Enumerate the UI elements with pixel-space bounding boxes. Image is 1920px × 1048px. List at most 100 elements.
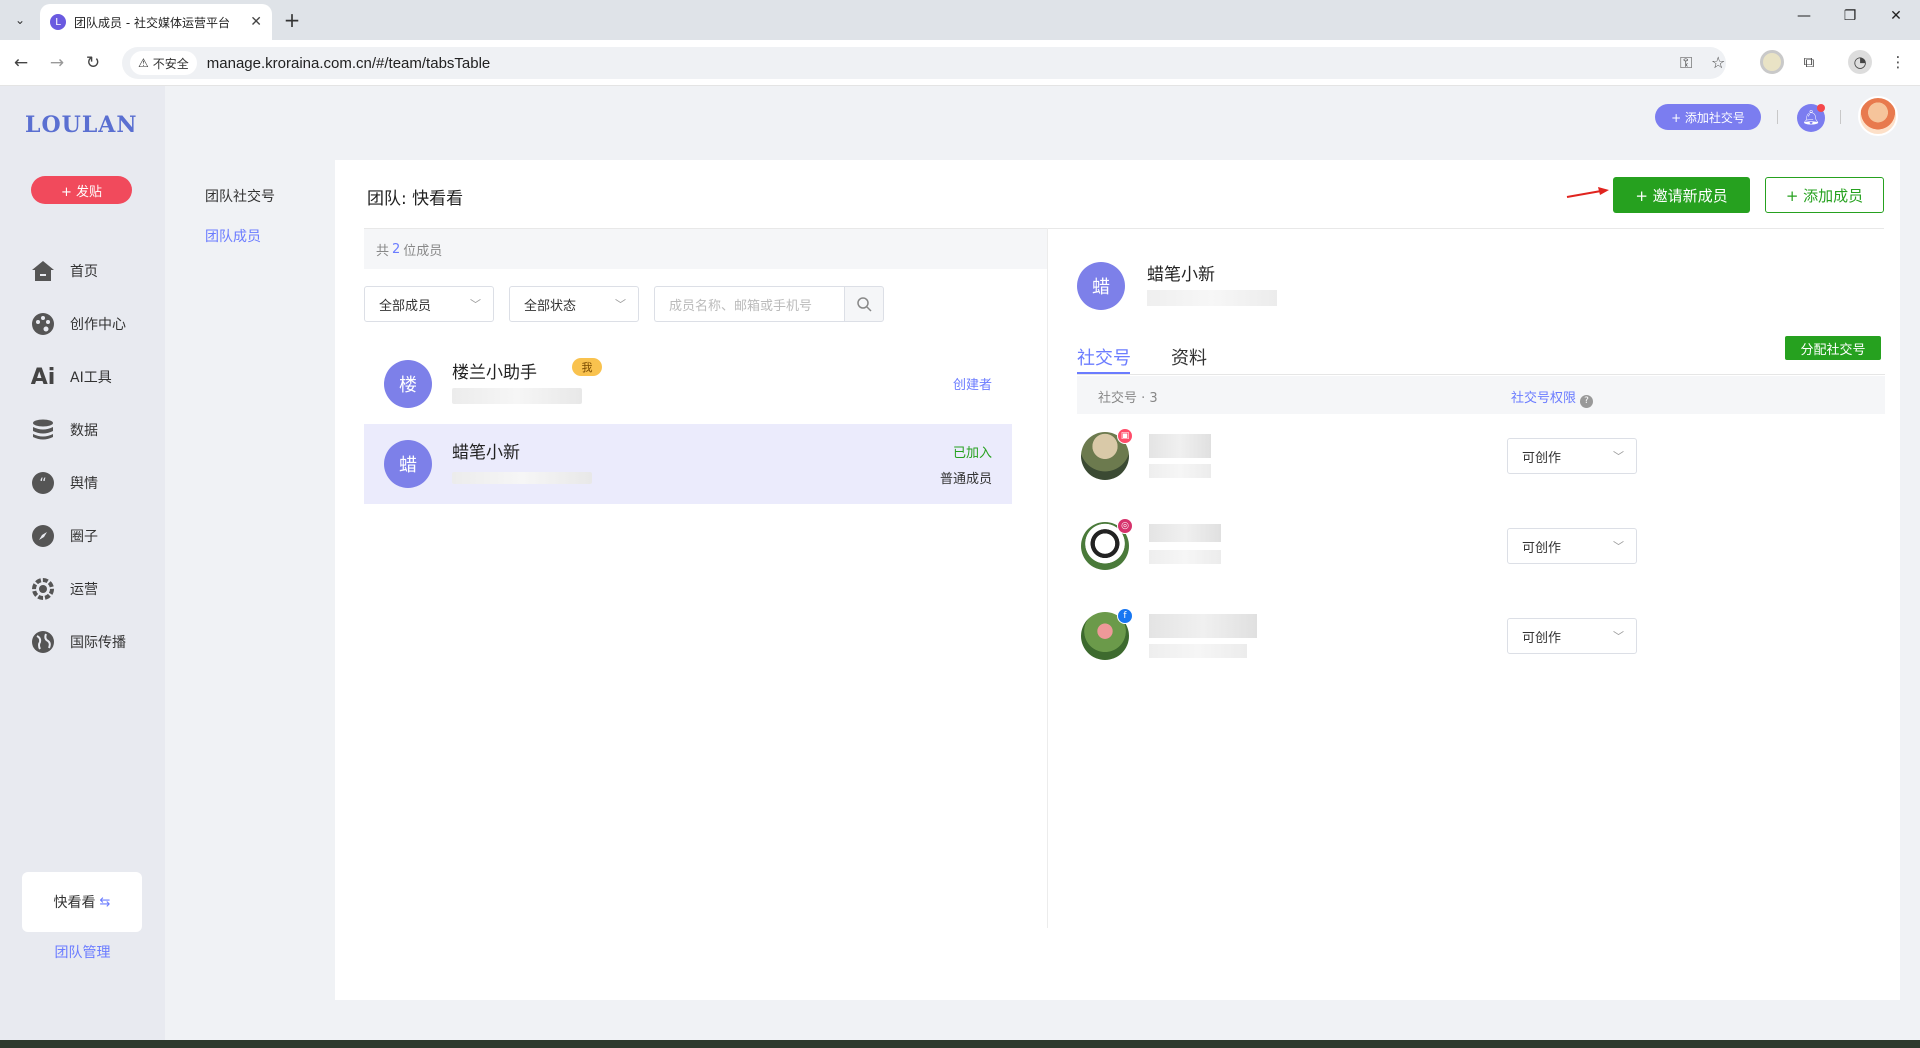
- assign-social-account-button[interactable]: 分配社交号: [1785, 336, 1881, 360]
- member-avatar: 蜡: [384, 440, 432, 488]
- team-management-link[interactable]: 团队管理: [0, 942, 165, 962]
- sidebar-item-ai-tools[interactable]: Ai AI工具: [30, 362, 112, 392]
- tab-close-icon[interactable]: ✕: [250, 14, 262, 30]
- warning-icon: ⚠: [138, 56, 149, 70]
- profile-icon[interactable]: ◔: [1848, 50, 1872, 74]
- new-tab-icon[interactable]: +: [280, 8, 304, 32]
- browser-menu-icon[interactable]: ⋮: [1886, 50, 1910, 74]
- status-filter-value: 全部状态: [524, 298, 577, 314]
- compass-icon: [30, 523, 56, 549]
- invite-member-button[interactable]: + 邀请新成员: [1613, 177, 1750, 213]
- window-close-icon[interactable]: ✕: [1884, 8, 1908, 24]
- member-name: 蜡笔小新: [452, 443, 520, 463]
- chevron-down-icon: ﹀: [470, 298, 481, 311]
- sidebar-item-home[interactable]: 首页: [30, 256, 98, 286]
- security-indicator[interactable]: ⚠ 不安全: [130, 51, 197, 75]
- settings-icon: [30, 576, 56, 602]
- detail-avatar: 蜡: [1077, 262, 1125, 310]
- palette-icon: [30, 311, 56, 337]
- sidebar: LOULAN + 发贴 首页 创作中心 Ai AI工具 数据 “ 舆情 圈子 运…: [0, 86, 165, 1040]
- sidebar-item-creation[interactable]: 创作中心: [30, 309, 126, 339]
- add-member-button[interactable]: + 添加成员: [1765, 177, 1884, 213]
- member-avatar: 楼: [384, 360, 432, 408]
- member-status: 已加入: [952, 446, 992, 461]
- sub-navigation: 团队社交号 团队成员: [165, 86, 335, 1040]
- database-icon: [30, 417, 56, 443]
- extension-circle-icon[interactable]: [1760, 50, 1784, 74]
- permission-select[interactable]: 可创作 ﹀: [1507, 438, 1637, 474]
- subnav-item-team-social[interactable]: 团队社交号: [205, 186, 275, 206]
- team-switcher[interactable]: 快看看 ⇆: [22, 872, 142, 932]
- permission-value: 可创作: [1522, 630, 1562, 646]
- subnav-item-team-members[interactable]: 团队成员: [205, 226, 261, 246]
- security-label: 不安全: [152, 56, 189, 71]
- swap-icon: ⇆: [99, 894, 111, 910]
- url-text: manage.kroraina.com.cn/#/team/tabsTable: [206, 54, 491, 72]
- os-taskbar: [0, 1040, 1920, 1048]
- browser-tab[interactable]: L 团队成员 - 社交媒体运营平台 ✕: [40, 4, 272, 40]
- reload-icon[interactable]: ↻: [82, 52, 104, 74]
- permission-select[interactable]: 可创作 ﹀: [1507, 618, 1637, 654]
- red-arrow-icon: [1566, 187, 1609, 198]
- search-icon[interactable]: [844, 286, 884, 322]
- restore-icon[interactable]: ❐: [1838, 8, 1862, 24]
- member-row-selected[interactable]: 蜡 蜡笔小新 已加入 普通成员: [364, 424, 1012, 504]
- globe-icon: [30, 629, 56, 655]
- member-row[interactable]: 楼 楼兰小助手 我 创建者: [364, 344, 1012, 424]
- account-row: ▣ 可创作 ﹀: [1077, 420, 1885, 490]
- member-contact-blurred: [452, 388, 582, 404]
- header-divider: [1840, 110, 1841, 124]
- member-role: 普通成员: [939, 472, 992, 487]
- password-key-icon[interactable]: ⚿: [1680, 53, 1692, 73]
- permission-value: 可创作: [1522, 540, 1562, 556]
- extensions-puzzle-icon[interactable]: ⧉: [1797, 50, 1821, 74]
- member-filter-select[interactable]: 全部成员 ﹀: [364, 286, 494, 322]
- sidebar-item-label: 数据: [70, 423, 98, 439]
- member-contact-blurred: [452, 472, 592, 484]
- address-bar[interactable]: ⚠ 不安全 manage.kroraina.com.cn/#/team/tabs…: [122, 47, 1726, 79]
- bookmark-star-icon[interactable]: ☆: [1711, 53, 1725, 72]
- member-filter-value: 全部成员: [379, 298, 432, 314]
- browser-tabbar: ⌄ L 团队成员 - 社交媒体运营平台 ✕ + — ❐ ✕: [0, 0, 1920, 40]
- count-suffix: 位成员: [403, 243, 443, 259]
- chevron-down-icon: ﹀: [1613, 450, 1624, 463]
- status-filter-select[interactable]: 全部状态 ﹀: [509, 286, 639, 322]
- tabs-divider: [1077, 374, 1885, 375]
- instagram-icon: ◎: [1117, 518, 1133, 534]
- page-title: 团队: 快看看: [367, 189, 464, 209]
- sidebar-item-data[interactable]: 数据: [30, 415, 98, 445]
- accounts-table-header: 社交号 · 3 社交号权限?: [1077, 376, 1885, 414]
- add-social-account-button[interactable]: + 添加社交号: [1655, 104, 1761, 130]
- tab-social-accounts[interactable]: 社交号: [1077, 344, 1131, 370]
- detail-contact-blurred: [1147, 290, 1277, 306]
- sidebar-item-sentiment[interactable]: “ 舆情: [30, 468, 98, 498]
- sidebar-item-label: 创作中心: [70, 317, 126, 333]
- account-name-blurred: [1149, 524, 1221, 542]
- divider-vertical: [1047, 228, 1048, 928]
- account-id-blurred: [1149, 550, 1221, 564]
- minimize-icon[interactable]: —: [1792, 8, 1816, 24]
- sidebar-item-operations[interactable]: 运营: [30, 574, 98, 604]
- chevron-down-icon: ﹀: [615, 298, 626, 311]
- tab-profile[interactable]: 资料: [1171, 344, 1207, 370]
- permission-select[interactable]: 可创作 ﹀: [1507, 528, 1637, 564]
- notification-dot: [1817, 104, 1825, 112]
- forward-icon[interactable]: →: [46, 52, 68, 74]
- facebook-icon: f: [1117, 608, 1133, 624]
- me-badge: 我: [572, 358, 602, 376]
- sidebar-item-label: 圈子: [70, 529, 98, 545]
- account-id-blurred: [1149, 644, 1247, 658]
- user-avatar[interactable]: [1858, 96, 1898, 136]
- column-account: 社交号 · 3: [1098, 391, 1158, 406]
- back-icon[interactable]: ←: [10, 52, 32, 74]
- help-icon[interactable]: ?: [1580, 394, 1594, 408]
- sidebar-item-label: 国际传播: [70, 635, 126, 651]
- sidebar-item-label: AI工具: [70, 370, 112, 386]
- member-search-input[interactable]: 成员名称、邮箱或手机号: [654, 286, 844, 322]
- post-button[interactable]: + 发贴: [31, 176, 132, 204]
- sidebar-item-international[interactable]: 国际传播: [30, 627, 126, 657]
- site-favicon-icon: L: [50, 14, 66, 30]
- header-divider: [1777, 110, 1778, 124]
- sidebar-item-circles[interactable]: 圈子: [30, 521, 98, 551]
- tab-list-icon[interactable]: ⌄: [8, 8, 32, 32]
